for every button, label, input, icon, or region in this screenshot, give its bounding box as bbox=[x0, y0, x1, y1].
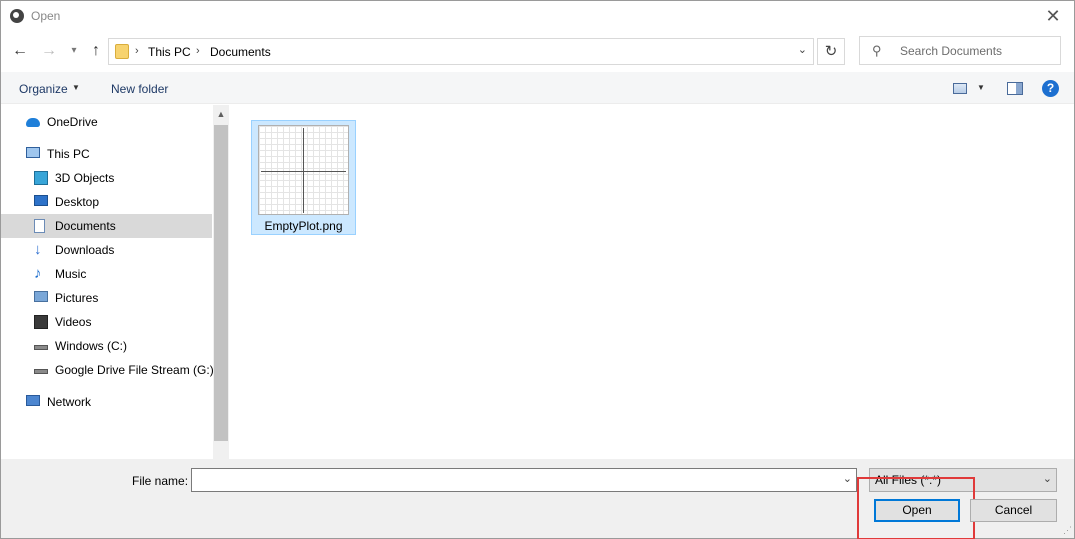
sidebar-item-onedrive[interactable]: OneDrive bbox=[1, 110, 212, 134]
scroll-up-arrow-icon[interactable]: ▲ bbox=[213, 109, 229, 123]
up-arrow-icon[interactable]: ↑ bbox=[86, 41, 106, 61]
address-bar[interactable]: › This PC › Documents ⌄ bbox=[108, 38, 814, 65]
chevron-down-icon[interactable]: ⌄ bbox=[1043, 472, 1052, 485]
sidebar-item-google-drive-file-stream-g[interactable]: Google Drive File Stream (G:) bbox=[1, 358, 214, 382]
preview-pane-icon[interactable] bbox=[1007, 82, 1023, 95]
sidebar-item-label: Desktop bbox=[55, 195, 100, 209]
sidebar-item-label: Pictures bbox=[55, 291, 99, 305]
breadcrumb-this-pc[interactable]: This PC bbox=[148, 45, 191, 59]
file-name-field-label: File name: bbox=[132, 474, 189, 488]
organize-caret-icon[interactable]: ▼ bbox=[72, 83, 80, 92]
window-title: Open bbox=[31, 9, 61, 23]
file-name-field[interactable]: ⌄ bbox=[191, 468, 857, 492]
sidebar-item-label: Videos bbox=[55, 315, 92, 329]
plot-y-axis bbox=[303, 128, 304, 213]
videos-icon bbox=[34, 315, 48, 329]
recent-locations-chevron-icon[interactable]: ▾ bbox=[64, 41, 84, 61]
network-icon bbox=[26, 395, 40, 406]
sidebar-item-label: Google Drive File Stream (G:) bbox=[55, 363, 214, 377]
sidebar-item-label: Documents bbox=[55, 219, 116, 233]
sidebar-item-label: Network bbox=[47, 395, 92, 409]
nav-scrollbar[interactable]: ▲ bbox=[213, 105, 229, 459]
folder-icon bbox=[115, 44, 129, 59]
download-icon: ↓ bbox=[34, 241, 42, 258]
scroll-thumb[interactable] bbox=[214, 125, 228, 441]
sidebar-item-downloads[interactable]: ↓ Downloads bbox=[1, 238, 212, 262]
sidebar-item-label: OneDrive bbox=[47, 115, 98, 129]
dialog-footer: File name: ⌄ All Files (*.*) ⌄ Open Canc… bbox=[1, 459, 1074, 539]
search-input[interactable]: ⚲ Search Documents bbox=[859, 36, 1061, 65]
help-icon[interactable]: ? bbox=[1042, 80, 1059, 97]
command-bar: Organize ▼ New folder ▼ ? bbox=[1, 72, 1074, 104]
sidebar-item-this-pc[interactable]: This PC bbox=[1, 142, 212, 166]
breadcrumb-documents[interactable]: Documents bbox=[210, 45, 271, 59]
drive-icon bbox=[34, 369, 48, 374]
app-icon bbox=[10, 9, 24, 23]
breadcrumb-chevron-icon[interactable]: › bbox=[135, 45, 139, 57]
monitor-icon bbox=[26, 147, 40, 158]
sidebar-item-pictures[interactable]: Pictures bbox=[1, 286, 212, 310]
sidebar-item-documents[interactable]: Documents bbox=[1, 214, 212, 238]
chevron-down-icon[interactable]: ⌄ bbox=[798, 43, 807, 56]
sidebar-item-windows-c[interactable]: Windows (C:) bbox=[1, 334, 212, 358]
change-view-icon[interactable] bbox=[953, 83, 967, 94]
navigation-pane: OneDrive This PC 3D Objects Desktop Document… bbox=[1, 105, 229, 459]
drive-icon bbox=[34, 345, 48, 350]
sidebar-item-label: Windows (C:) bbox=[55, 339, 128, 353]
organize-button[interactable]: Organize bbox=[19, 82, 68, 96]
open-button[interactable]: Open bbox=[874, 499, 960, 522]
sidebar-item-label: This PC bbox=[47, 147, 90, 161]
sidebar-item-label: 3D Objects bbox=[55, 171, 115, 185]
sidebar-item-network[interactable]: Network bbox=[1, 390, 212, 414]
new-folder-button[interactable]: New folder bbox=[111, 82, 168, 96]
music-icon: ♪ bbox=[34, 265, 42, 282]
refresh-button[interactable]: ↻ bbox=[817, 38, 845, 65]
image-thumbnail bbox=[258, 125, 349, 215]
chevron-down-icon[interactable]: ⌄ bbox=[843, 472, 852, 485]
file-item[interactable]: EmptyPlot.png bbox=[251, 120, 356, 235]
back-arrow-icon[interactable]: ← bbox=[10, 41, 30, 61]
sidebar-item-desktop[interactable]: Desktop bbox=[1, 190, 212, 214]
view-options-caret-icon[interactable]: ▼ bbox=[977, 83, 985, 92]
search-placeholder: Search Documents bbox=[900, 44, 1003, 58]
sidebar-item-label: Music bbox=[55, 267, 87, 281]
close-button[interactable]: ✕ bbox=[1040, 5, 1066, 27]
pictures-icon bbox=[34, 291, 48, 302]
file-list: EmptyPlot.png bbox=[231, 105, 1074, 459]
document-icon bbox=[34, 219, 45, 233]
sidebar-item-label: Downloads bbox=[55, 243, 115, 257]
title-bar: Open ✕ bbox=[1, 1, 1074, 32]
breadcrumb-chevron-icon[interactable]: › bbox=[196, 45, 200, 57]
open-dialog: Open ✕ ← → ▾ ↑ › This PC › Documents ⌄ ↻… bbox=[0, 0, 1075, 539]
search-icon: ⚲ bbox=[872, 43, 882, 58]
cancel-button[interactable]: Cancel bbox=[970, 499, 1057, 522]
resize-grip-icon[interactable]: ⋰ bbox=[1063, 525, 1072, 536]
sidebar-item-music[interactable]: ♪ Music bbox=[1, 262, 212, 286]
forward-arrow-icon[interactable]: → bbox=[39, 41, 59, 61]
sidebar-item-videos[interactable]: Videos bbox=[1, 310, 212, 334]
address-row: ← → ▾ ↑ › This PC › Documents ⌄ ↻ ⚲ Sear… bbox=[1, 35, 1074, 67]
cloud-icon bbox=[26, 118, 40, 127]
cube-icon bbox=[34, 171, 48, 185]
sidebar-item-3d-objects[interactable]: 3D Objects bbox=[1, 166, 212, 190]
desktop-icon bbox=[34, 195, 48, 206]
file-name-label: EmptyPlot.png bbox=[264, 219, 343, 233]
